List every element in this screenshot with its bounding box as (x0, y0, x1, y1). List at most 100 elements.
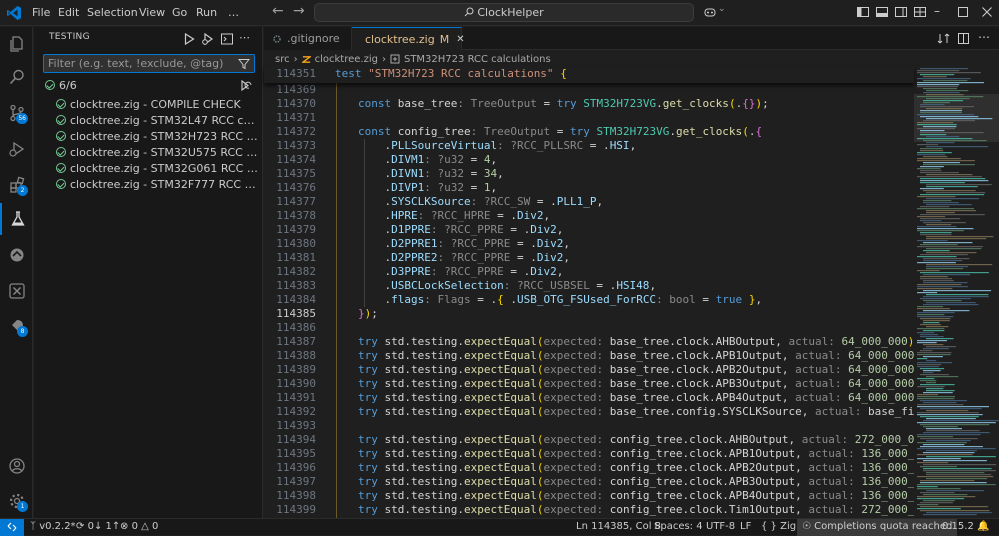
sticky-scroll[interactable]: 114351 test "STM32H723 RCC calculations"… (264, 66, 914, 83)
close-icon[interactable] (982, 7, 992, 17)
show-output-icon[interactable] (220, 32, 234, 46)
editor-more-icon[interactable]: ⋯ (978, 30, 990, 44)
open-changes-icon[interactable] (937, 32, 950, 45)
copilot-status[interactable]: ☉ Completions quota reached (797, 519, 958, 536)
close-icon[interactable]: ✕ (456, 34, 464, 45)
explorer-button[interactable] (0, 28, 33, 60)
debug-tests-icon[interactable] (201, 32, 215, 46)
tab-gitignore[interactable]: .gitignore (264, 27, 352, 50)
minimap[interactable] (914, 66, 999, 518)
minimap-line (923, 356, 943, 358)
problems-indicator[interactable]: ⊗ 0 △ 0 (120, 519, 158, 536)
minimap-line (917, 454, 973, 456)
minimap-line (926, 142, 955, 144)
menu-view[interactable]: View (139, 0, 165, 26)
minimap-line (920, 350, 933, 352)
breadcrumb-symbol[interactable]: STM32H723 RCC calculations (404, 54, 551, 65)
test-label: clocktree.zig - COMPILE CHECK (70, 97, 241, 111)
forward-arrow-icon[interactable]: → (293, 3, 305, 19)
code-line: .DIVP1: ?u32 = 1, (358, 181, 498, 194)
code-editor[interactable]: 114369 114370 const base_tree: TreeOutput … (264, 83, 914, 518)
minimap-line (917, 216, 946, 218)
menu-edit[interactable]: Edit (58, 0, 79, 26)
language-mode[interactable]: { } Zig (761, 519, 796, 536)
code-line: .D2PPRE1: ?RCC_PPRE = .Div2, (358, 237, 570, 250)
end-of-line[interactable]: LF (740, 519, 751, 536)
source-control-button[interactable]: 56 (0, 97, 33, 129)
maximize-icon[interactable] (958, 7, 968, 17)
run-debug-button[interactable] (0, 133, 33, 165)
code-line: .D3PPRE: ?RCC_PPRE = .Div2, (358, 265, 564, 278)
rerun-icon[interactable] (239, 79, 252, 92)
gitlens-button[interactable] (0, 239, 33, 271)
status-bar: ᛉ v0.2.2* ⟳ 0↓ 1↑ ⊗ 0 △ 0 Ln 114385, Col… (0, 518, 999, 536)
line-number: 114379 (276, 223, 316, 236)
symbol-test-icon (390, 54, 400, 64)
line-number: 114383 (276, 279, 316, 292)
breadcrumb-src[interactable]: src (275, 54, 290, 65)
minimap-line (926, 346, 956, 348)
minimap-line (923, 500, 955, 502)
minimap-line (923, 392, 953, 394)
menu-go[interactable]: Go (172, 0, 187, 26)
toggle-primary-sidebar-icon[interactable] (856, 5, 870, 19)
cursor-position[interactable]: Ln 114385, Col 8 (576, 519, 661, 536)
line-number: 114397 (276, 475, 316, 488)
minimap-line (923, 494, 968, 496)
branch-name: v0.2.2* (39, 521, 76, 532)
breadcrumb: src › clocktree.zig › STM32H723 RCC calc… (275, 52, 551, 66)
accounts-button[interactable] (0, 450, 33, 482)
minimap-line (917, 442, 967, 444)
copilot-chevron-icon[interactable]: ⌄ (718, 4, 726, 14)
run-tests-icon[interactable] (182, 32, 196, 46)
menu-file[interactable]: File (32, 0, 50, 26)
breadcrumb-file[interactable]: clocktree.zig (315, 54, 378, 65)
test-item[interactable]: clocktree.zig - STM32H723 RCC calculatio… (56, 128, 261, 144)
menu-selection[interactable]: Selection (87, 0, 138, 26)
docker-button[interactable]: 8 (0, 310, 33, 342)
gear-icon (273, 34, 281, 43)
indent-guide (364, 139, 365, 307)
minimap-line (917, 378, 935, 380)
toggle-panel-icon[interactable] (875, 5, 889, 19)
test-filter-input[interactable] (43, 54, 255, 73)
encoding[interactable]: UTF-8 (706, 519, 735, 536)
minimap-line (917, 284, 962, 286)
sync-indicator[interactable]: ⟳ 0↓ 1↑ (76, 519, 120, 536)
minimap-line (917, 340, 947, 342)
tab-clocktree[interactable]: clocktree.zig M ✕ (352, 27, 465, 50)
indentation[interactable]: Spaces: 4 (654, 519, 703, 536)
toggle-secondary-sidebar-icon[interactable] (894, 5, 908, 19)
copilot-icon[interactable] (703, 5, 717, 19)
test-item[interactable]: clocktree.zig - STM32U575 RCC calculatio… (56, 144, 261, 160)
notifications-icon[interactable]: 🔔 (977, 519, 989, 536)
search-button[interactable] (0, 61, 33, 93)
more-actions-icon[interactable]: ⋯ (239, 32, 253, 46)
split-editor-icon[interactable] (957, 32, 970, 45)
test-item[interactable]: clocktree.zig - STM32F777 RCC calculatio… (56, 176, 261, 192)
zig-version[interactable]: 0.15.2 (942, 519, 974, 536)
remote-indicator[interactable] (0, 519, 24, 536)
test-item[interactable]: clocktree.zig - STM32G061 RCC calculatio… (56, 160, 261, 176)
tab-bar: .gitignore clocktree.zig M ✕ ⋯ (264, 27, 999, 50)
tab-label: .gitignore (287, 32, 340, 45)
customize-layout-icon[interactable] (913, 5, 927, 19)
remote-explorer-button[interactable] (0, 275, 33, 307)
branch-indicator[interactable]: ᛉ v0.2.2* (30, 519, 76, 536)
menu-run[interactable]: Run (196, 0, 217, 26)
test-item[interactable]: clocktree.zig - COMPILE CHECK (56, 96, 261, 112)
minimap-line (920, 334, 938, 336)
minimap-line (920, 272, 989, 274)
testing-button[interactable] (0, 203, 33, 235)
filter-icon[interactable] (238, 58, 250, 70)
minimize-icon[interactable]: – (934, 4, 940, 18)
menu-more[interactable]: … (228, 0, 239, 26)
manage-button[interactable]: 1 (0, 485, 33, 517)
test-item[interactable]: clocktree.zig - STM32L47 RCC calculation… (56, 112, 261, 128)
back-arrow-icon[interactable]: ← (272, 3, 284, 19)
minimap-line (917, 160, 975, 162)
minimap-line (923, 242, 973, 244)
minimap-line (917, 448, 996, 450)
extensions-button[interactable]: 2 (0, 169, 33, 201)
command-center[interactable]: ClockHelper (314, 3, 694, 22)
